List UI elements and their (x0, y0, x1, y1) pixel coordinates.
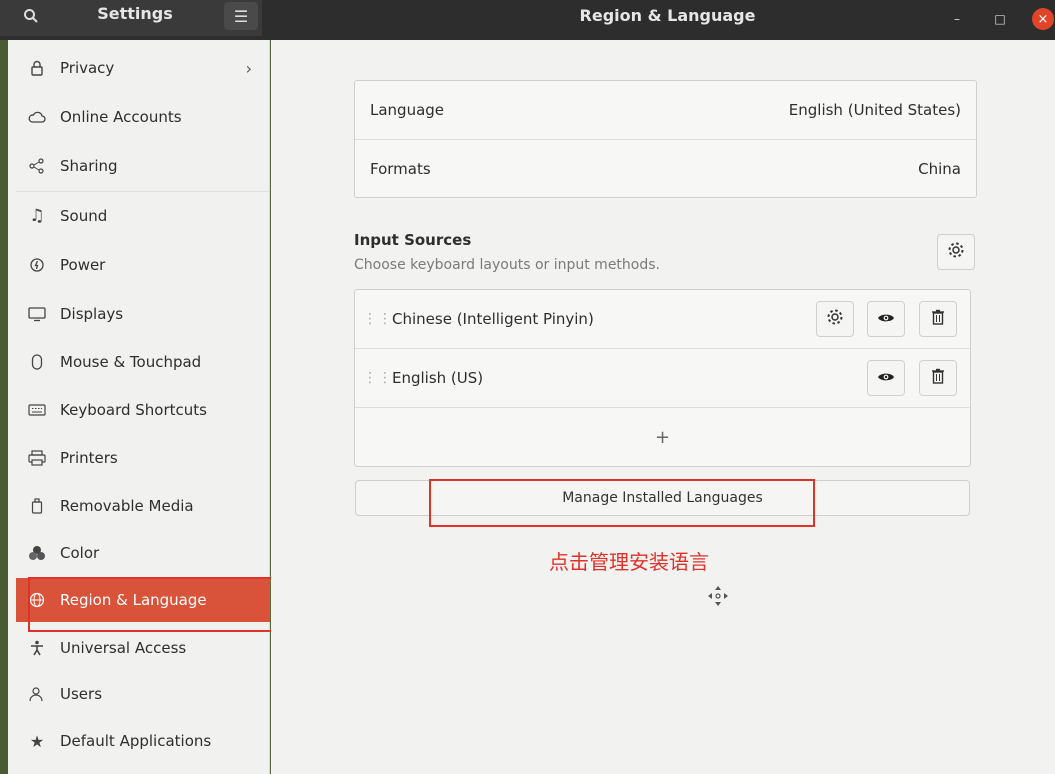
sidebar-item-removable-media[interactable]: Removable Media (16, 484, 270, 528)
color-icon (26, 545, 48, 561)
formats-row[interactable]: Formats China (355, 140, 976, 198)
manage-button-highlight-box (429, 479, 815, 527)
page-title: Region & Language (579, 6, 756, 25)
input-sources-title: Input Sources (354, 231, 472, 249)
accessibility-icon (26, 640, 48, 656)
settings-title: Settings (97, 4, 173, 23)
input-source-settings-button[interactable] (816, 301, 854, 337)
input-source-name: Chinese (Intelligent Pinyin) (392, 310, 594, 328)
formats-label: Formats (370, 160, 431, 178)
input-source-name: English (US) (392, 369, 484, 387)
sidebar-item-power[interactable]: Power (16, 243, 270, 287)
trash-icon (931, 309, 945, 329)
hamburger-menu-icon[interactable]: ☰ (224, 2, 258, 30)
sidebar-item-label: Printers (60, 449, 118, 467)
sidebar-item-universal-access[interactable]: Universal Access (16, 626, 270, 670)
sidebar-item-label: Users (60, 685, 103, 703)
sidebar: Privacy › Online Accounts Sharing ♫ Soun… (8, 40, 270, 774)
sidebar-header: Settings ☰ (0, 0, 262, 36)
share-icon (26, 158, 48, 174)
star-icon: ★ (29, 731, 45, 751)
formats-value: China (918, 160, 961, 178)
music-note-icon: ♫ (29, 206, 45, 226)
sidebar-item-label: Power (60, 256, 106, 274)
drag-handle-icon[interactable]: ⋮⋮ (363, 312, 393, 326)
sidebar-divider (16, 191, 270, 192)
sidebar-item-keyboard-shortcuts[interactable]: Keyboard Shortcuts (16, 388, 270, 432)
desktop-background (0, 40, 8, 774)
preview-button[interactable] (867, 301, 905, 337)
sidebar-item-label: Universal Access (60, 639, 187, 657)
minimize-button[interactable]: – (946, 8, 968, 30)
sidebar-item-label: Displays (60, 305, 124, 323)
sidebar-item-label: Mouse & Touchpad (60, 353, 202, 371)
sidebar-item-label: Default Applications (60, 732, 212, 750)
search-icon[interactable] (14, 2, 48, 30)
sidebar-highlight-box (28, 577, 295, 632)
cursor-icon (707, 585, 729, 611)
sidebar-item-mouse-touchpad[interactable]: Mouse & Touchpad (16, 340, 270, 384)
maximize-button[interactable]: □ (989, 8, 1011, 30)
input-sources-subtitle: Choose keyboard layouts or input methods… (354, 257, 660, 273)
keyboard-icon (26, 404, 48, 416)
language-value: English (United States) (788, 101, 961, 119)
add-input-source-button[interactable]: + (355, 408, 970, 466)
trash-icon (931, 368, 945, 388)
removable-media-icon (26, 498, 48, 514)
sidebar-item-sound[interactable]: ♫ Sound (16, 194, 270, 238)
eye-icon (877, 369, 895, 387)
users-icon (26, 686, 48, 702)
language-row[interactable]: Language English (United States) (355, 81, 976, 139)
gear-icon (826, 308, 844, 330)
remove-button[interactable] (919, 360, 957, 396)
sidebar-item-color[interactable]: Color (16, 531, 270, 575)
close-button[interactable]: × (1032, 8, 1054, 30)
input-source-row[interactable]: ⋮⋮ Chinese (Intelligent Pinyin) (355, 290, 970, 348)
sidebar-item-sharing[interactable]: Sharing (16, 144, 270, 188)
sidebar-item-label: Color (60, 544, 100, 562)
sidebar-item-label: Keyboard Shortcuts (60, 401, 207, 419)
sidebar-item-label: Sharing (60, 157, 118, 175)
lock-icon (26, 60, 48, 76)
header-bar: Settings ☰ Region & Language – □ × (0, 0, 1055, 40)
display-icon (26, 306, 48, 322)
eye-icon (877, 310, 895, 328)
sidebar-item-displays[interactable]: Displays (16, 292, 270, 336)
sidebar-item-label: Online Accounts (60, 108, 182, 126)
input-sources-list: ⋮⋮ Chinese (Intelligent Pinyin) ⋮⋮ Engli… (354, 289, 971, 467)
preview-button[interactable] (867, 360, 905, 396)
sidebar-item-label: Sound (60, 207, 108, 225)
sidebar-item-label: Removable Media (60, 497, 194, 515)
input-sources-settings-button[interactable] (937, 234, 975, 270)
language-label: Language (370, 101, 445, 119)
drag-handle-icon[interactable]: ⋮⋮ (363, 371, 393, 385)
power-icon (26, 257, 48, 273)
main-panel: Language English (United States) Formats… (271, 40, 1055, 774)
language-formats-card: Language English (United States) Formats… (354, 80, 977, 198)
mouse-icon (26, 354, 48, 370)
sidebar-item-printers[interactable]: Printers (16, 436, 270, 480)
sidebar-item-privacy[interactable]: Privacy › (16, 46, 270, 90)
printer-icon (26, 450, 48, 466)
sidebar-item-default-applications[interactable]: ★ Default Applications (16, 719, 270, 763)
sidebar-item-online-accounts[interactable]: Online Accounts (16, 95, 270, 139)
sidebar-item-users[interactable]: Users (16, 672, 270, 716)
input-source-row[interactable]: ⋮⋮ English (US) (355, 349, 970, 407)
chevron-right-icon: › (245, 58, 252, 78)
sidebar-item-label: Privacy (60, 59, 115, 77)
annotation-text: 点击管理安装语言 (549, 550, 709, 574)
gear-icon (947, 241, 965, 263)
cloud-icon (26, 111, 48, 123)
remove-button[interactable] (919, 301, 957, 337)
